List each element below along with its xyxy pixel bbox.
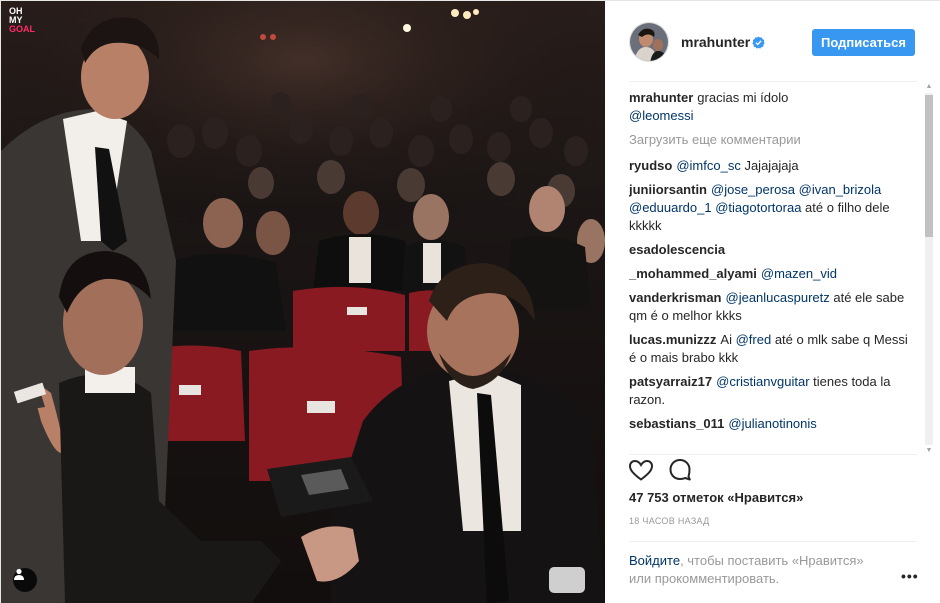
comment-text-prefix: Ai: [720, 332, 736, 347]
ohmygoal-logo: OH MY GOAL: [9, 7, 45, 43]
comment-username[interactable]: vanderkrisman: [629, 290, 722, 305]
comments-scrollbar[interactable]: ▲ ▼: [923, 83, 935, 455]
caption-mention[interactable]: @leomessi: [629, 108, 694, 123]
comment-mention[interactable]: @imfco_sc: [676, 158, 741, 173]
footer-divider: [629, 541, 917, 542]
post-frame: OH MY GOAL mrahunter Подписаться mrahunt…: [0, 0, 940, 603]
comment-mention[interactable]: @fred: [736, 332, 772, 347]
comment-mention[interactable]: @jose_perosa: [711, 182, 795, 197]
comment-item: juniiorsantin @jose_perosa @ivan_brizola …: [629, 181, 917, 235]
header-divider: [629, 81, 917, 82]
person-icon[interactable]: [13, 568, 37, 592]
comment-username[interactable]: _mohammed_alyami: [629, 266, 757, 281]
comment-text: Jajajajaja: [740, 158, 799, 173]
photo-illustration: [1, 1, 605, 603]
comment-item: lucas.munizzz Ai @fred até o mlk sabe q M…: [629, 331, 917, 367]
post-timestamp[interactable]: 18 часов назад: [629, 516, 710, 526]
comment-item: _mohammed_alyami @mazen_vid: [629, 265, 917, 283]
comment-item: esadolescencia: [629, 241, 917, 259]
avatar[interactable]: [629, 22, 669, 62]
verified-badge-icon: [752, 36, 765, 49]
comment-username[interactable]: lucas.munizzz: [629, 332, 716, 347]
follow-button[interactable]: Подписаться: [812, 29, 915, 56]
actions-divider: [629, 454, 917, 455]
comment-username[interactable]: patsyarraiz17: [629, 374, 712, 389]
post-photo[interactable]: OH MY GOAL: [1, 1, 605, 603]
scroll-thumb[interactable]: [925, 95, 933, 237]
caption-username[interactable]: mrahunter: [629, 90, 693, 105]
caption-text: gracias mi ídolo: [697, 90, 789, 105]
comment-mention[interactable]: @tiagotortoraa: [715, 200, 801, 215]
comment-username[interactable]: esadolescencia: [629, 242, 725, 257]
comment-item: ryudso @imfco_sc Jajajajaja: [629, 157, 917, 175]
likes-count[interactable]: 47 753 отметок «Нравится»: [629, 490, 803, 505]
login-prompt: Войдите, чтобы поставить «Нравится» или …: [629, 552, 889, 588]
comment-bubble-icon[interactable]: [668, 457, 692, 481]
heart-icon[interactable]: [628, 458, 654, 482]
logo-line-3: GOAL: [9, 24, 35, 34]
caption: mrahunter gracias mi ídolo @leomessi: [629, 89, 917, 125]
comments-list: mrahunter gracias mi ídolo @leomessi Загр…: [629, 89, 917, 451]
post-username[interactable]: mrahunter: [681, 34, 750, 50]
post-header: mrahunter Подписаться: [605, 1, 940, 81]
comment-username[interactable]: ryudso: [629, 158, 672, 173]
avatar-image: [630, 23, 668, 61]
comment-username[interactable]: sebastians_011: [629, 416, 724, 431]
comment-mention[interactable]: @mazen_vid: [761, 266, 837, 281]
scroll-down-arrow-icon[interactable]: ▼: [925, 447, 933, 455]
scroll-up-arrow-icon[interactable]: ▲: [925, 83, 933, 91]
comment-item: vanderkrisman @jeanlucaspuretz até ele sa…: [629, 289, 917, 325]
load-more-comments[interactable]: Загрузить еще комментарии: [629, 131, 917, 149]
login-link[interactable]: Войдите: [629, 553, 680, 568]
post-sidebar: mrahunter Подписаться mrahunter gracias m…: [605, 1, 940, 603]
comment-mention[interactable]: @jeanlucaspuretz: [726, 290, 830, 305]
comment-item: patsyarraiz17 @cristianvguitar tienes tod…: [629, 373, 917, 409]
person-icon-glyph: [14, 568, 24, 580]
comment-mention[interactable]: @eduuardo_1: [629, 200, 712, 215]
comment-item: sebastians_011 @julianotinonis: [629, 415, 917, 433]
comment-mention[interactable]: @julianotinonis: [728, 416, 816, 431]
comment-mention[interactable]: @cristianvguitar: [716, 374, 809, 389]
more-options-icon[interactable]: •••: [901, 568, 919, 584]
comment-username[interactable]: juniiorsantin: [629, 182, 707, 197]
comment-mention[interactable]: @ivan_brizola: [799, 182, 882, 197]
